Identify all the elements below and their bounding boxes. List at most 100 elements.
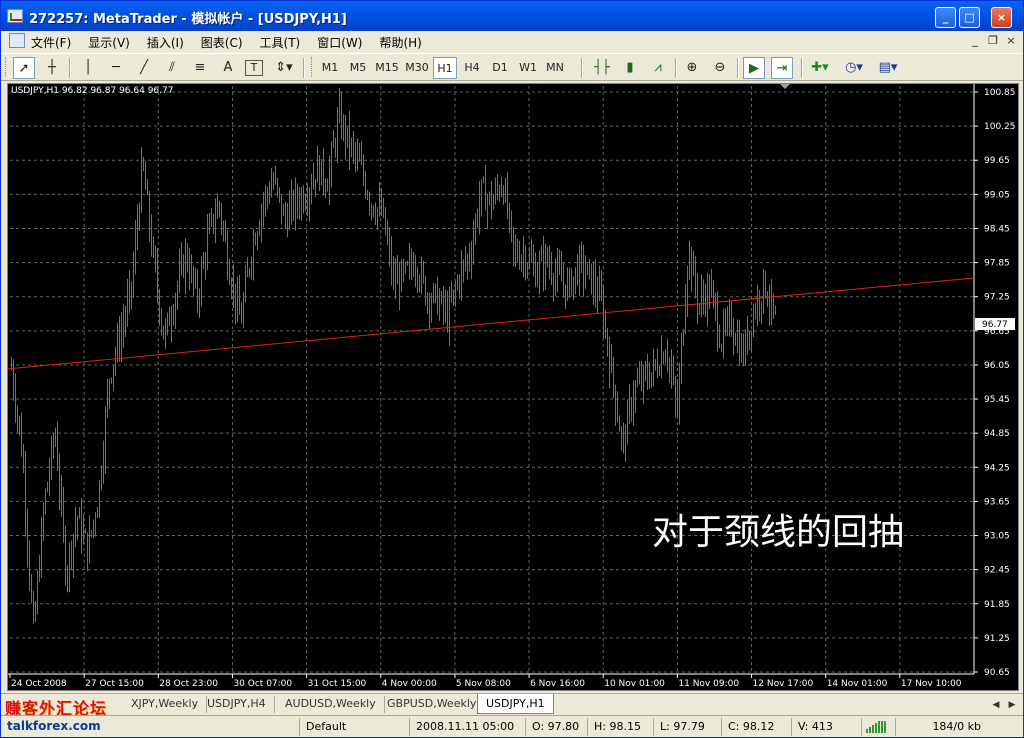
time-axis-label: 31 Oct 15:00 — [308, 679, 367, 689]
timeframe-m30[interactable]: M30 — [403, 57, 431, 79]
menu-view[interactable]: 显示(V) — [88, 33, 137, 51]
price-axis-label: 98.45 — [984, 224, 1010, 234]
window-title: 272257: MetaTrader - 模拟帐户 - [USDJPY,H1] — [29, 12, 347, 27]
title-bar[interactable]: 272257: MetaTrader - 模拟帐户 - [USDJPY,H1] … — [1, 1, 1023, 31]
zoom-in-icon[interactable]: ⊕ — [681, 57, 703, 79]
horizontal-line-icon[interactable]: ─ — [105, 57, 127, 79]
price-axis-label: 97.85 — [984, 259, 1010, 269]
timeframe-m1[interactable]: M1 — [319, 57, 341, 79]
price-axis-label: 94.25 — [984, 463, 1010, 473]
timeframe-h4[interactable]: H4 — [461, 57, 483, 79]
timeframe-m5[interactable]: M5 — [347, 57, 369, 79]
price-chart[interactable]: 100.85 100.25 99.65 99.05 98.45 97.85 97.25 96.… — [7, 83, 1019, 691]
chart-close-button[interactable]: × — [1003, 34, 1019, 48]
tab-gbpusd-weekly[interactable]: GBPUSD,Weekly — [379, 696, 486, 713]
toolbar-grip[interactable] — [5, 57, 8, 77]
price-axis-label: 100.85 — [984, 88, 1016, 98]
cursor-icon[interactable]: ➚ — [13, 57, 35, 79]
minimize-button[interactable]: _ — [935, 7, 956, 28]
crosshair-icon[interactable]: ┼ — [41, 57, 63, 79]
separator — [581, 58, 583, 78]
chart-minimize-button[interactable]: _ — [967, 34, 983, 48]
menu-help[interactable]: 帮助(H) — [379, 33, 428, 51]
status-bar: talkforex.com Default 2008.11.11 05:00 O… — [1, 715, 1023, 737]
separator — [801, 58, 803, 78]
tab-usdjpy-h1[interactable]: USDJPY,H1 — [477, 694, 554, 714]
connection-bars-icon — [866, 721, 888, 733]
price-axis-label: 95.45 — [984, 395, 1010, 405]
bar-chart-icon[interactable]: ┤├ — [591, 57, 613, 79]
time-axis-label: 5 Nov 08:00 — [456, 679, 511, 689]
close-button[interactable]: × — [991, 7, 1012, 28]
chart-shift-icon[interactable]: ⇥ — [771, 57, 793, 79]
candlestick-icon[interactable]: ▮ — [619, 57, 641, 79]
chart-restore-button[interactable]: ❐ — [985, 34, 1001, 48]
toolbar-grip[interactable] — [311, 57, 314, 77]
price-axis-label: 91.85 — [984, 600, 1010, 610]
status-high: H: 98.15 — [587, 718, 653, 736]
price-axis-label: 92.45 — [984, 566, 1010, 576]
menu-window[interactable]: 窗口(W) — [317, 33, 369, 51]
time-axis-label: 24 Oct 2008 — [11, 679, 67, 689]
menu-bar: 文件(F) 显示(V) 插入(I) 图表(C) 工具(T) 窗口(W) 帮助(H… — [1, 31, 1023, 51]
separator — [675, 58, 677, 78]
time-axis-label: 12 Nov 17:00 — [753, 679, 814, 689]
timeframe-d1[interactable]: D1 — [489, 57, 511, 79]
symbol-info-label: USDJPY,H1 96.82 96.87 96.64 96.77 — [11, 86, 174, 96]
timeframe-mn[interactable]: MN — [543, 57, 567, 79]
text-tool-button[interactable]: A — [217, 57, 239, 79]
time-axis-label: 11 Nov 09:00 — [678, 679, 739, 689]
tabs-scroll-left-button[interactable]: ◀ — [989, 698, 1003, 712]
time-axis-label: 28 Oct 23:00 — [159, 679, 218, 689]
indicators-icon[interactable]: ✚▾ — [809, 57, 831, 79]
text-label-tool-button[interactable]: T — [245, 60, 263, 76]
time-axis-label: 4 Nov 00:00 — [382, 679, 437, 689]
tab-xjpy-weekly[interactable]: XJPY,Weekly — [123, 696, 208, 713]
zoom-out-icon[interactable]: ⊖ — [709, 57, 731, 79]
chart-window-icon[interactable] — [9, 33, 25, 48]
line-chart-icon[interactable]: ⩘ — [647, 57, 669, 79]
status-volume: V: 413 — [791, 718, 861, 736]
metatrader-app-icon[interactable] — [7, 9, 23, 23]
separator — [69, 58, 71, 78]
timeframe-h1[interactable]: H1 — [433, 57, 457, 79]
fibonacci-icon[interactable]: ≡ — [189, 57, 211, 79]
forum-watermark-url: talkforex.com — [7, 719, 101, 733]
timeframe-m15[interactable]: M15 — [373, 57, 401, 79]
chart-shift-marker — [780, 84, 790, 89]
menu-file[interactable]: 文件(F) — [31, 33, 78, 51]
equidistant-channel-icon[interactable]: ⫽ — [161, 57, 183, 79]
tabs-scroll-right-button[interactable]: ▶ — [1005, 698, 1019, 712]
auto-scroll-icon[interactable]: ▶ — [743, 57, 765, 79]
separator — [737, 58, 739, 78]
status-traffic: 184/0 kb — [895, 718, 1021, 736]
time-axis-label: 30 Oct 07:00 — [233, 679, 292, 689]
maximize-button[interactable]: □ — [959, 7, 980, 28]
price-axis-label: 100.25 — [984, 122, 1016, 132]
tab-usdjpy-h4[interactable]: USDJPY,H4 — [199, 696, 275, 713]
time-axis-label: 17 Nov 10:00 — [901, 679, 962, 689]
status-profile[interactable]: Default — [299, 718, 409, 736]
toolbar: ➚ ┼ │ ─ ╱ ⫽ ≡ A T ⇕▾ M1 M5 M15 M30 H1 H4… — [1, 53, 1023, 81]
arrows-icon[interactable]: ⇕▾ — [273, 57, 295, 79]
neckline-trendline — [8, 277, 975, 370]
status-open: O: 97.80 — [525, 718, 587, 736]
tab-audusd-weekly[interactable]: AUDUSD,Weekly — [277, 696, 385, 713]
price-axis-label: 96.05 — [984, 361, 1010, 371]
templates-icon[interactable]: ▤▾ — [877, 57, 899, 79]
trendline-icon[interactable]: ╱ — [133, 57, 155, 79]
timeframe-w1[interactable]: W1 — [517, 57, 539, 79]
chart-annotation-text[interactable]: 对于颈线的回抽 — [652, 503, 904, 555]
status-datetime: 2008.11.11 05:00 — [409, 718, 525, 736]
periods-clock-icon[interactable]: ◷▾ — [843, 57, 865, 79]
metatrader-window: 272257: MetaTrader - 模拟帐户 - [USDJPY,H1] … — [0, 0, 1024, 738]
chart-canvas[interactable]: 100.85 100.25 99.65 99.05 98.45 97.85 97.25 96.… — [8, 84, 1018, 690]
menu-tools[interactable]: 工具(T) — [260, 33, 308, 51]
status-close: C: 98.12 — [721, 718, 791, 736]
menu-charts[interactable]: 图表(C) — [201, 33, 250, 51]
price-axis-label: 90.65 — [984, 668, 1010, 678]
separator — [303, 58, 305, 78]
menu-insert[interactable]: 插入(I) — [147, 33, 191, 51]
price-axis-label: 99.65 — [984, 156, 1010, 166]
vertical-line-icon[interactable]: │ — [77, 57, 99, 79]
